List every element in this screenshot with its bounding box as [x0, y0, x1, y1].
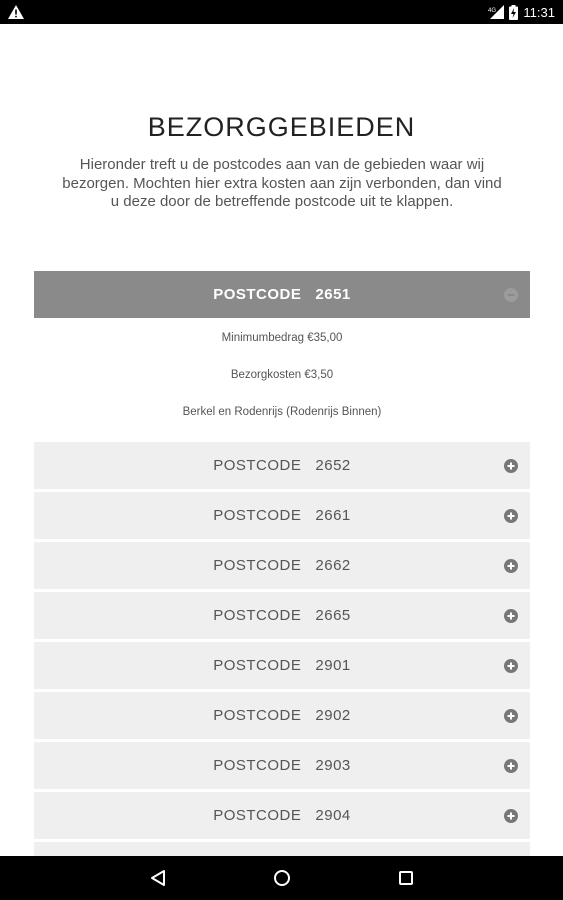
- postcode-label: POSTCODE: [213, 607, 302, 624]
- plus-circle-icon[interactable]: [504, 808, 518, 823]
- battery-icon: [509, 4, 519, 20]
- plus-circle-icon[interactable]: [504, 608, 518, 623]
- postcode-number: 2665: [315, 607, 351, 624]
- status-bar: 4G 11:31: [0, 0, 563, 24]
- postcode-number: 2901: [315, 657, 351, 674]
- postcode-label: POSTCODE: [213, 557, 302, 574]
- postcode-header[interactable]: POSTCODE 2904: [34, 792, 530, 839]
- postcode-number: 2661: [315, 507, 351, 524]
- postcode-header[interactable]: POSTCODE 2903: [34, 742, 530, 789]
- postcode-header[interactable]: POSTCODE2905: [34, 842, 530, 856]
- postcode-number: 2902: [315, 707, 351, 724]
- page-title: BEZORGGEBIEDEN: [147, 112, 416, 142]
- postcode-number: 2652: [315, 457, 351, 474]
- postcode-label: POSTCODE: [213, 507, 302, 524]
- svg-text:4G: 4G: [488, 8, 496, 14]
- postcode-header[interactable]: POSTCODE 2901: [34, 642, 530, 689]
- warning-icon: [8, 5, 24, 19]
- plus-circle-icon[interactable]: [504, 708, 518, 723]
- postcode-number: 2662: [315, 557, 351, 574]
- postcode-accordion: POSTCODE 2651 Minimumbedrag €35,00 Bezor…: [34, 271, 530, 856]
- recents-icon[interactable]: [394, 866, 418, 890]
- postcode-label: POSTCODE: [213, 707, 302, 724]
- postcode-header[interactable]: POSTCODE 2902: [34, 692, 530, 739]
- status-right: 4G 11:31: [488, 4, 555, 20]
- status-time: 11:31: [523, 4, 555, 20]
- intro-text: Hieronder treft u de postcodes aan van d…: [62, 156, 502, 210]
- plus-circle-icon[interactable]: [504, 758, 518, 773]
- home-icon[interactable]: [270, 866, 294, 890]
- postcode-header[interactable]: POSTCODE 2661: [34, 492, 530, 539]
- postcode-label: POSTCODE: [213, 286, 302, 303]
- plus-circle-icon[interactable]: [504, 508, 518, 523]
- content-area: BEZORGGEBIEDEN Hieronder treft u de post…: [0, 24, 563, 856]
- navigation-bar: [0, 856, 563, 900]
- postcode-label: POSTCODE: [213, 457, 302, 474]
- plus-circle-icon[interactable]: [504, 658, 518, 673]
- postcode-header[interactable]: POSTCODE 2665: [34, 592, 530, 639]
- minimum-amount: Minimumbedrag €35,00: [221, 332, 343, 344]
- postcode-header[interactable]: POSTCODE 2662: [34, 542, 530, 589]
- area-name: Berkel en Rodenrijs (Rodenrijs Binnen): [182, 406, 382, 418]
- signal-icon: 4G: [488, 5, 505, 19]
- minus-circle-icon[interactable]: [504, 287, 518, 302]
- plus-circle-icon[interactable]: [504, 458, 518, 473]
- postcode-label: POSTCODE: [213, 657, 302, 674]
- postcode-header[interactable]: POSTCODE 2652: [34, 442, 530, 489]
- postcode-label: POSTCODE: [213, 807, 302, 824]
- postcode-number: 2651: [315, 286, 351, 303]
- back-icon[interactable]: [146, 866, 170, 890]
- postcode-number: 2904: [315, 807, 351, 824]
- postcode-header-open[interactable]: POSTCODE 2651: [34, 271, 530, 318]
- plus-circle-icon[interactable]: [504, 558, 518, 573]
- postcode-label: POSTCODE: [213, 757, 302, 774]
- postcode-details: Minimumbedrag €35,00 Bezorgkosten €3,50 …: [34, 321, 530, 442]
- delivery-cost: Bezorgkosten €3,50: [230, 369, 334, 381]
- postcode-number: 2903: [315, 757, 351, 774]
